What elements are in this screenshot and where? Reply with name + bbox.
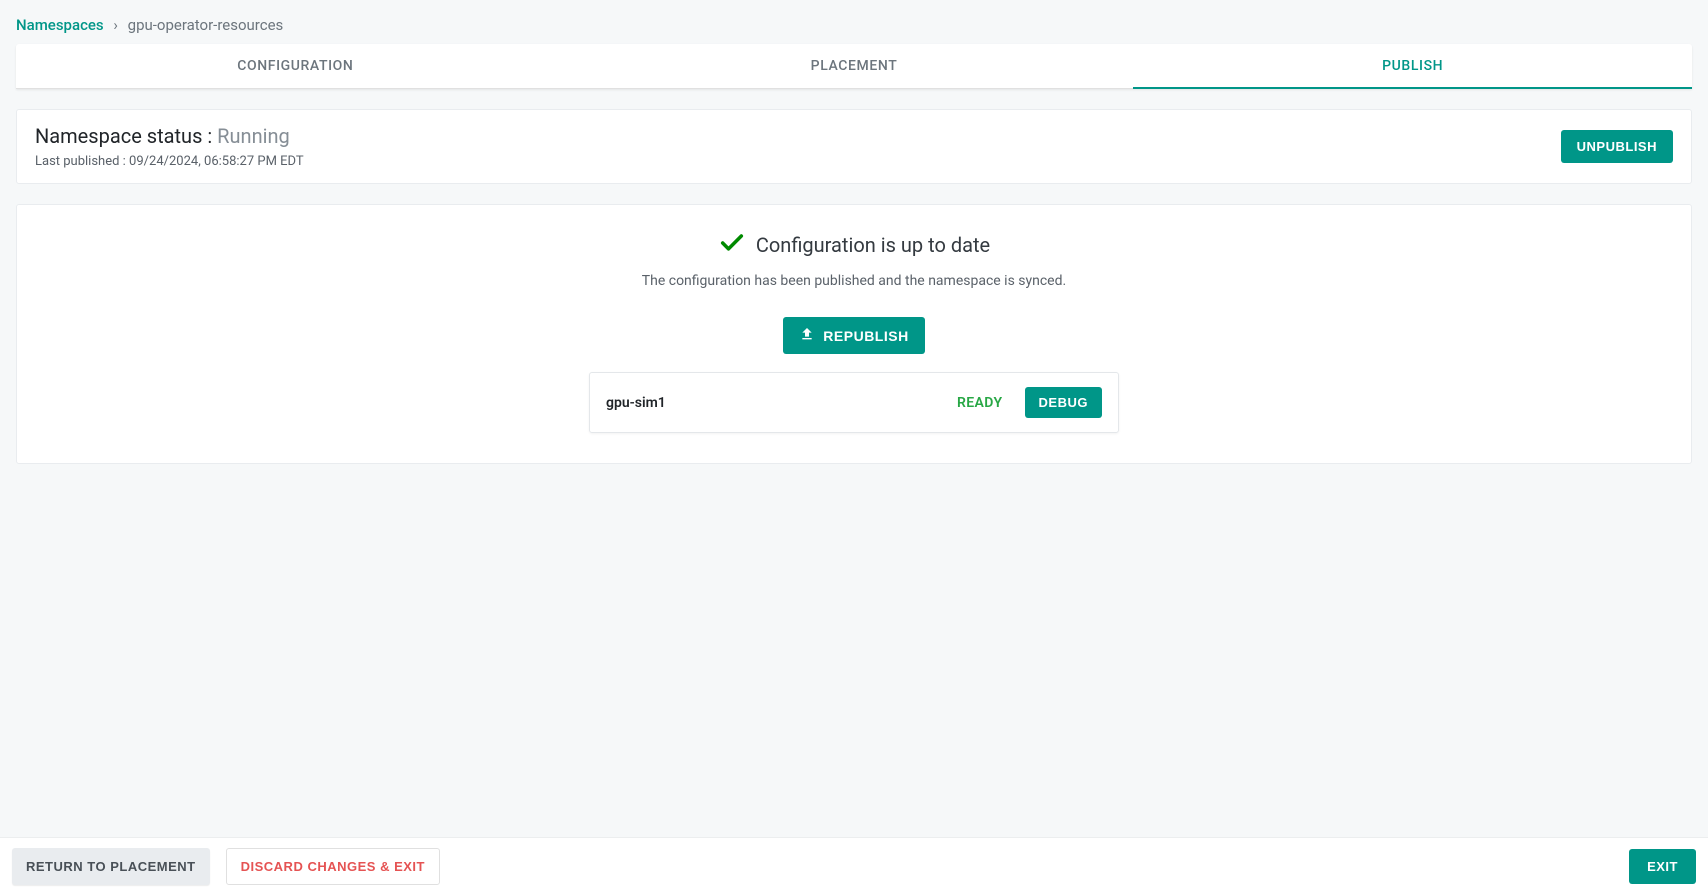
- resource-item: gpu-sim1 READY DEBUG: [589, 372, 1119, 433]
- republish-label: REPUBLISH: [823, 328, 908, 344]
- return-to-placement-button[interactable]: RETURN TO PLACEMENT: [12, 848, 210, 885]
- status-left: Namespace status : Running Last publishe…: [35, 124, 304, 169]
- resource-item-name: gpu-sim1: [606, 395, 666, 411]
- status-panel: Namespace status : Running Last publishe…: [16, 109, 1692, 184]
- resource-item-right: READY DEBUG: [957, 387, 1102, 418]
- config-title: Configuration is up to date: [756, 233, 990, 257]
- tab-publish[interactable]: PUBLISH: [1133, 44, 1692, 88]
- breadcrumb-current: gpu-operator-resources: [128, 16, 284, 34]
- namespace-status-label: Namespace status :: [35, 124, 217, 148]
- breadcrumb: Namespaces › gpu-operator-resources: [0, 0, 1708, 44]
- republish-row: REPUBLISH: [33, 317, 1675, 354]
- check-icon: [718, 229, 746, 261]
- upload-icon: [799, 326, 815, 345]
- resource-item-status: READY: [957, 395, 1003, 411]
- last-published-label: Last published :: [35, 154, 129, 169]
- config-header: Configuration is up to date: [33, 229, 1675, 261]
- footer-bar: RETURN TO PLACEMENT DISCARD CHANGES & EX…: [0, 837, 1708, 895]
- last-published-value: 09/24/2024, 06:58:27 PM EDT: [129, 154, 304, 169]
- exit-button[interactable]: EXIT: [1629, 849, 1696, 884]
- config-description: The configuration has been published and…: [33, 273, 1675, 289]
- tab-configuration[interactable]: CONFIGURATION: [16, 44, 575, 88]
- namespace-status-value: Running: [217, 124, 290, 148]
- tab-placement[interactable]: PLACEMENT: [575, 44, 1134, 88]
- footer-left: RETURN TO PLACEMENT DISCARD CHANGES & EX…: [12, 848, 440, 885]
- breadcrumb-separator: ›: [113, 16, 118, 34]
- namespace-status: Namespace status : Running: [35, 124, 304, 148]
- discard-changes-button[interactable]: DISCARD CHANGES & EXIT: [226, 848, 440, 885]
- debug-button[interactable]: DEBUG: [1025, 387, 1102, 418]
- republish-button[interactable]: REPUBLISH: [783, 317, 924, 354]
- last-published: Last published : 09/24/2024, 06:58:27 PM…: [35, 154, 304, 169]
- unpublish-button[interactable]: UNPUBLISH: [1561, 130, 1673, 163]
- tabs: CONFIGURATION PLACEMENT PUBLISH: [16, 44, 1692, 89]
- breadcrumb-root-link[interactable]: Namespaces: [16, 16, 104, 34]
- config-panel: Configuration is up to date The configur…: [16, 204, 1692, 464]
